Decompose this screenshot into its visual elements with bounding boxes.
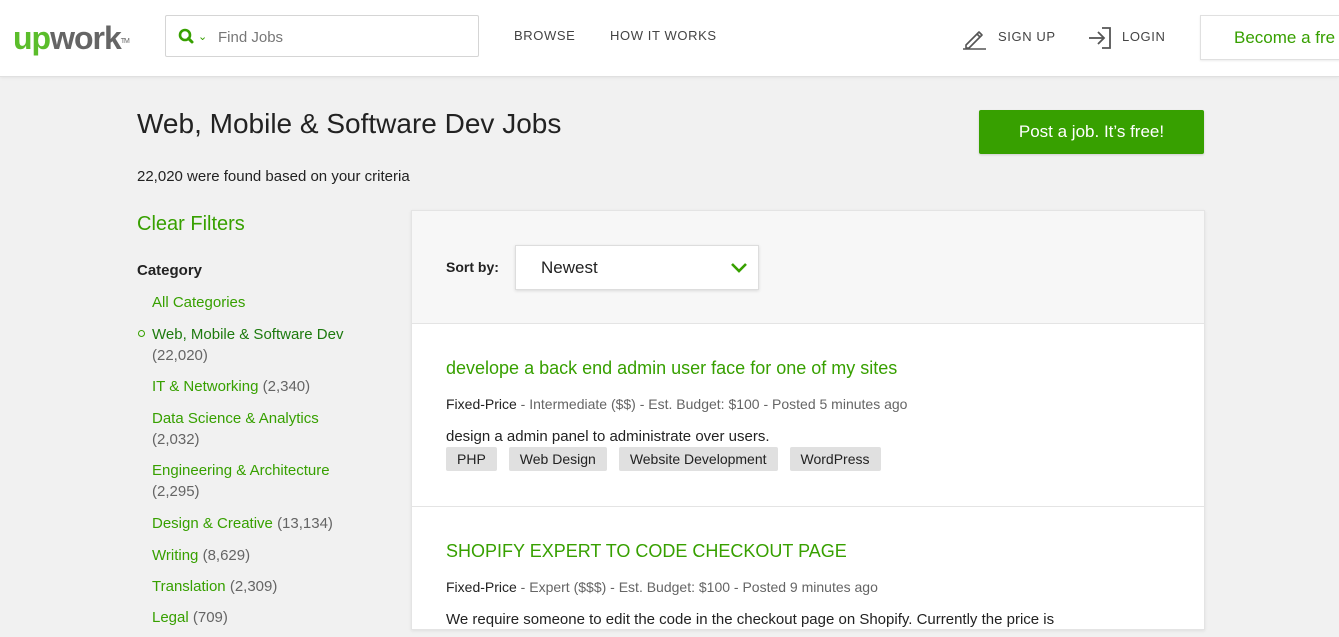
category-item-all[interactable]: All Categories xyxy=(152,292,392,313)
job-results-panel: Sort by: Newest develope a back end admi… xyxy=(411,210,1205,630)
category-count: (22,020) xyxy=(152,347,208,364)
category-name: Translation xyxy=(152,578,226,595)
category-item-data-science[interactable]: Data Science & Analytics (2,032) xyxy=(152,408,392,450)
category-name: Legal xyxy=(152,609,189,626)
category-count: (2,309) xyxy=(229,578,278,595)
job-description: design a admin panel to administrate ove… xyxy=(446,428,770,445)
category-count: (8,629) xyxy=(202,547,251,564)
category-item-it-networking[interactable]: IT & Networking (2,340) xyxy=(152,376,392,397)
post-job-button[interactable]: Post a job. It’s free! xyxy=(979,110,1204,154)
selected-radio-icon xyxy=(138,330,145,337)
job-meta: Fixed-Price - Expert ($$$) - Est. Budget… xyxy=(446,579,878,595)
job-description: We require someone to edit the code in t… xyxy=(446,611,1055,628)
category-count: (2,340) xyxy=(262,378,311,395)
category-item-engineering[interactable]: Engineering & Architecture (2,295) xyxy=(152,460,392,502)
chevron-down-icon[interactable]: ⌄ xyxy=(198,30,207,43)
category-name: All Categories xyxy=(152,294,246,311)
job-title-link[interactable]: SHOPIFY EXPERT TO CODE CHECKOUT PAGE xyxy=(446,541,847,562)
category-item-web-mobile[interactable]: Web, Mobile & Software Dev (22,020) xyxy=(138,324,392,366)
clear-filters-link[interactable]: Clear Filters xyxy=(137,213,245,236)
nav-how-it-works[interactable]: HOW IT WORKS xyxy=(610,28,717,43)
job-listing: SHOPIFY EXPERT TO CODE CHECKOUT PAGE Fix… xyxy=(412,507,1204,637)
sign-up-label: SIGN UP xyxy=(998,29,1056,44)
category-name: Data Science & Analytics xyxy=(152,410,319,427)
category-name: IT & Networking xyxy=(152,378,259,395)
sort-bar: Sort by: Newest xyxy=(412,211,1204,324)
skill-tag[interactable]: Web Design xyxy=(508,447,607,471)
job-meta: Fixed-Price - Intermediate ($$) - Est. B… xyxy=(446,396,907,412)
page-title: Web, Mobile & Software Dev Jobs xyxy=(137,108,562,139)
category-name: Engineering & Architecture xyxy=(152,462,330,479)
search-icon[interactable] xyxy=(177,27,197,47)
sort-dropdown[interactable]: Newest xyxy=(515,245,759,290)
skill-tag[interactable]: PHP xyxy=(446,447,497,471)
category-heading: Category xyxy=(137,262,203,279)
job-meta-details: - Expert ($$$) - Est. Budget: $100 - Pos… xyxy=(516,579,878,595)
job-listing: develope a back end admin user face for … xyxy=(412,324,1204,507)
sort-value: Newest xyxy=(541,258,598,277)
logo-work: work xyxy=(50,20,122,56)
job-type: Fixed-Price xyxy=(446,579,517,595)
sort-label: Sort by: xyxy=(446,259,499,275)
category-name: Web, Mobile & Software Dev xyxy=(152,326,344,343)
logo-up: up xyxy=(13,20,51,56)
results-count: 22,020 were found based on your criteria xyxy=(137,168,410,185)
skill-tag[interactable]: Website Development xyxy=(618,447,778,471)
category-name: Writing xyxy=(152,547,199,564)
skill-tag[interactable]: WordPress xyxy=(789,447,881,471)
category-item-design-creative[interactable]: Design & Creative (13,134) xyxy=(152,513,392,534)
skill-tags: PHP Web Design Website Development WordP… xyxy=(446,447,881,471)
pencil-icon xyxy=(963,31,986,50)
logo-trademark: TM xyxy=(120,38,130,45)
category-count: (2,032) xyxy=(152,431,200,448)
top-header: upworkTM ⌄ BROWSE HOW IT WORKS SIGN UP L… xyxy=(0,0,1339,77)
category-name: Design & Creative xyxy=(152,515,273,532)
job-meta-details: - Intermediate ($$) - Est. Budget: $100 … xyxy=(516,396,908,412)
login-icon xyxy=(1089,27,1111,49)
category-item-legal[interactable]: Legal (709) xyxy=(152,607,392,628)
category-count: (13,134) xyxy=(277,515,333,532)
job-title-link[interactable]: develope a back end admin user face for … xyxy=(446,358,897,379)
search-input[interactable] xyxy=(216,24,470,50)
upwork-logo[interactable]: upworkTM xyxy=(13,18,130,58)
become-freelancer-label: Become a fre xyxy=(1234,28,1336,47)
category-item-writing[interactable]: Writing (8,629) xyxy=(152,545,392,566)
category-count: (2,295) xyxy=(152,483,200,500)
chevron-down-icon xyxy=(731,263,747,273)
category-item-translation[interactable]: Translation (2,309) xyxy=(152,576,392,597)
search-box: ⌄ xyxy=(165,15,479,57)
login-label: LOGIN xyxy=(1122,29,1166,44)
become-freelancer-button[interactable]: Become a fre xyxy=(1200,15,1339,60)
category-count: (709) xyxy=(192,609,228,626)
job-type: Fixed-Price xyxy=(446,396,517,412)
nav-browse[interactable]: BROWSE xyxy=(514,28,575,43)
